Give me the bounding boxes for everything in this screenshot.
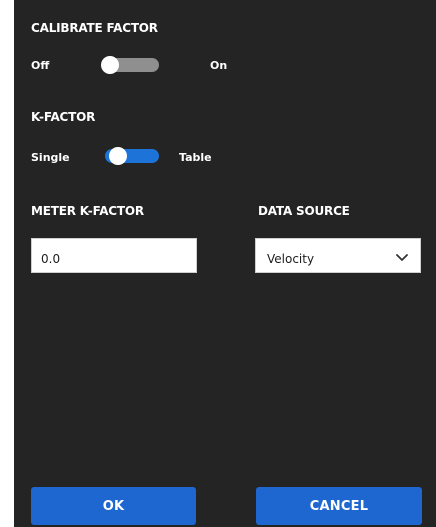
calibrate-factor-off-label: Off [31,59,50,72]
cancel-button[interactable]: CANCEL [256,487,422,525]
meter-k-factor-input[interactable]: 0.0 [31,238,197,273]
k-factor-table-label: Table [179,151,212,164]
meter-k-factor-value: 0.0 [41,252,61,266]
settings-panel: CALIBRATE FACTOR Off On K-FACTOR Single … [14,0,436,527]
calibrate-factor-toggle[interactable] [101,56,159,74]
toggle-knob [109,147,127,165]
ok-button-label: OK [102,498,125,514]
meter-k-factor-title: METER K-FACTOR [31,204,144,218]
data-source-select[interactable]: Velocity [255,238,421,273]
data-source-selected-value: Velocity [267,252,315,266]
calibrate-factor-on-label: On [210,59,228,72]
cancel-button-label: CANCEL [309,498,369,514]
k-factor-single-label: Single [31,151,70,164]
calibrate-factor-title: CALIBRATE FACTOR [31,21,158,35]
toggle-knob [101,56,119,74]
chevron-down-icon [396,254,408,261]
data-source-title: DATA SOURCE [258,204,350,218]
k-factor-toggle[interactable] [101,147,159,165]
k-factor-title: K-FACTOR [31,110,96,124]
ok-button[interactable]: OK [31,487,196,525]
